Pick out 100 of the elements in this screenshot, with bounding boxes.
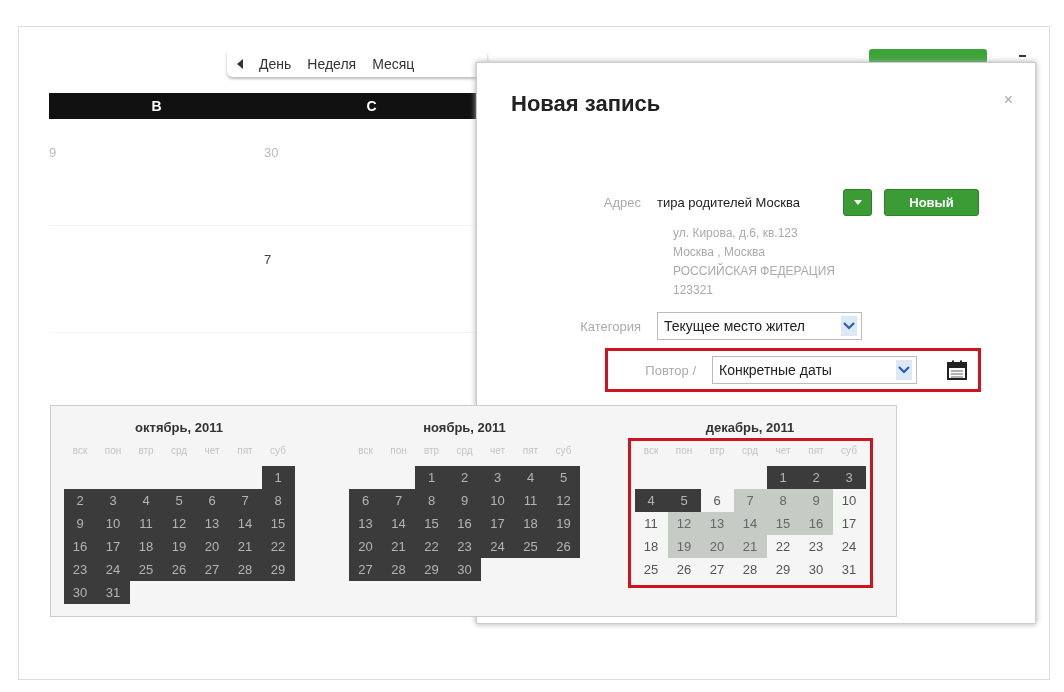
day-cell[interactable]: 29 xyxy=(415,558,448,581)
day-cell[interactable]: 13 xyxy=(700,512,734,535)
day-cell[interactable]: 24 xyxy=(96,558,130,581)
day-cell[interactable]: 20 xyxy=(349,535,382,558)
day-cell[interactable]: 23 xyxy=(63,558,97,581)
day-cell[interactable]: 23 xyxy=(799,535,833,558)
day-cell[interactable]: 19 xyxy=(547,512,580,535)
day-cell[interactable]: 24 xyxy=(832,535,866,558)
day-cell[interactable]: 1 xyxy=(261,466,295,489)
day-cell[interactable]: 7 xyxy=(733,489,767,512)
day-cell[interactable]: 26 xyxy=(547,535,580,558)
day-cell[interactable]: 12 xyxy=(547,489,580,512)
day-cell[interactable]: 9 xyxy=(799,489,833,512)
day-cell[interactable]: 17 xyxy=(481,512,514,535)
day-cell[interactable]: 21 xyxy=(228,535,262,558)
previous-arrow-icon[interactable] xyxy=(237,59,243,69)
view-tab[interactable]: День xyxy=(259,54,292,74)
day-cell[interactable]: 9 xyxy=(63,512,97,535)
day-cell[interactable]: 4 xyxy=(129,489,163,512)
day-cell[interactable]: 26 xyxy=(162,558,196,581)
day-cell[interactable]: 28 xyxy=(382,558,415,581)
view-tab[interactable]: Неделя xyxy=(307,54,357,74)
day-cell[interactable]: 20 xyxy=(195,535,229,558)
day-cell[interactable]: 8 xyxy=(415,489,448,512)
day-cell[interactable]: 3 xyxy=(832,466,866,489)
address-value[interactable]: тира родителей Москва xyxy=(657,195,843,210)
day-cell[interactable]: 14 xyxy=(733,512,767,535)
day-cell[interactable]: 25 xyxy=(129,558,163,581)
day-cell[interactable]: 18 xyxy=(514,512,547,535)
day-cell[interactable]: 25 xyxy=(634,558,668,581)
day-cell[interactable]: 30 xyxy=(448,558,481,581)
day-cell[interactable]: 14 xyxy=(228,512,262,535)
day-cell[interactable]: 20 xyxy=(700,535,734,558)
day-cell[interactable]: 6 xyxy=(349,489,382,512)
repeat-select[interactable]: Конкретные даты xyxy=(712,356,917,384)
day-cell[interactable]: 27 xyxy=(349,558,382,581)
day-cell[interactable]: 2 xyxy=(448,466,481,489)
day-cell[interactable]: 3 xyxy=(481,466,514,489)
day-cell[interactable]: 21 xyxy=(733,535,767,558)
day-cell[interactable]: 10 xyxy=(96,512,130,535)
day-cell[interactable]: 5 xyxy=(162,489,196,512)
new-button[interactable]: Новый xyxy=(884,189,979,216)
day-cell[interactable]: 27 xyxy=(700,558,734,581)
day-cell[interactable]: 7 xyxy=(382,489,415,512)
day-cell[interactable]: 30 xyxy=(799,558,833,581)
day-cell[interactable]: 15 xyxy=(766,512,800,535)
day-cell[interactable]: 8 xyxy=(261,489,295,512)
day-cell[interactable]: 12 xyxy=(667,512,701,535)
day-cell[interactable]: 23 xyxy=(448,535,481,558)
day-cell[interactable]: 29 xyxy=(261,558,295,581)
day-cell[interactable]: 28 xyxy=(228,558,262,581)
day-cell[interactable]: 27 xyxy=(195,558,229,581)
day-cell[interactable]: 11 xyxy=(514,489,547,512)
day-cell[interactable]: 17 xyxy=(96,535,130,558)
day-cell[interactable]: 5 xyxy=(547,466,580,489)
day-cell[interactable]: 26 xyxy=(667,558,701,581)
day-cell[interactable]: 13 xyxy=(349,512,382,535)
day-cell[interactable]: 19 xyxy=(667,535,701,558)
day-cell[interactable]: 11 xyxy=(129,512,163,535)
day-cell[interactable]: 17 xyxy=(832,512,866,535)
day-cell[interactable]: 1 xyxy=(766,466,800,489)
day-cell[interactable]: 29 xyxy=(766,558,800,581)
day-cell[interactable]: 9 xyxy=(448,489,481,512)
day-cell[interactable]: 14 xyxy=(382,512,415,535)
day-cell[interactable]: 31 xyxy=(96,581,130,604)
day-cell[interactable]: 15 xyxy=(415,512,448,535)
day-cell[interactable]: 10 xyxy=(481,489,514,512)
day-cell[interactable]: 12 xyxy=(162,512,196,535)
day-cell[interactable]: 11 xyxy=(634,512,668,535)
day-cell[interactable]: 6 xyxy=(195,489,229,512)
day-cell[interactable]: 28 xyxy=(733,558,767,581)
day-cell[interactable]: 31 xyxy=(832,558,866,581)
day-cell[interactable]: 2 xyxy=(63,489,97,512)
day-cell[interactable]: 7 xyxy=(228,489,262,512)
day-cell[interactable]: 22 xyxy=(261,535,295,558)
day-cell[interactable]: 18 xyxy=(129,535,163,558)
day-cell[interactable]: 30 xyxy=(63,581,97,604)
day-cell[interactable]: 4 xyxy=(514,466,547,489)
day-cell[interactable]: 6 xyxy=(700,489,734,512)
day-cell[interactable]: 18 xyxy=(634,535,668,558)
day-cell[interactable]: 16 xyxy=(799,512,833,535)
day-cell[interactable]: 16 xyxy=(63,535,97,558)
day-cell[interactable]: 5 xyxy=(667,489,701,512)
day-cell[interactable]: 22 xyxy=(766,535,800,558)
day-cell[interactable]: 13 xyxy=(195,512,229,535)
day-cell[interactable]: 19 xyxy=(162,535,196,558)
day-cell[interactable]: 22 xyxy=(415,535,448,558)
category-select[interactable]: Текущее место жител xyxy=(657,312,862,340)
view-tab[interactable]: Месяц xyxy=(372,54,415,74)
day-cell[interactable]: 8 xyxy=(766,489,800,512)
day-cell[interactable]: 25 xyxy=(514,535,547,558)
day-cell[interactable]: 4 xyxy=(634,489,668,512)
day-cell[interactable]: 21 xyxy=(382,535,415,558)
day-cell[interactable]: 10 xyxy=(832,489,866,512)
day-cell[interactable]: 3 xyxy=(96,489,130,512)
calendar-icon[interactable] xyxy=(947,360,967,380)
day-cell[interactable]: 15 xyxy=(261,512,295,535)
dropdown-button[interactable] xyxy=(843,189,872,216)
day-cell[interactable]: 2 xyxy=(799,466,833,489)
day-cell[interactable]: 16 xyxy=(448,512,481,535)
